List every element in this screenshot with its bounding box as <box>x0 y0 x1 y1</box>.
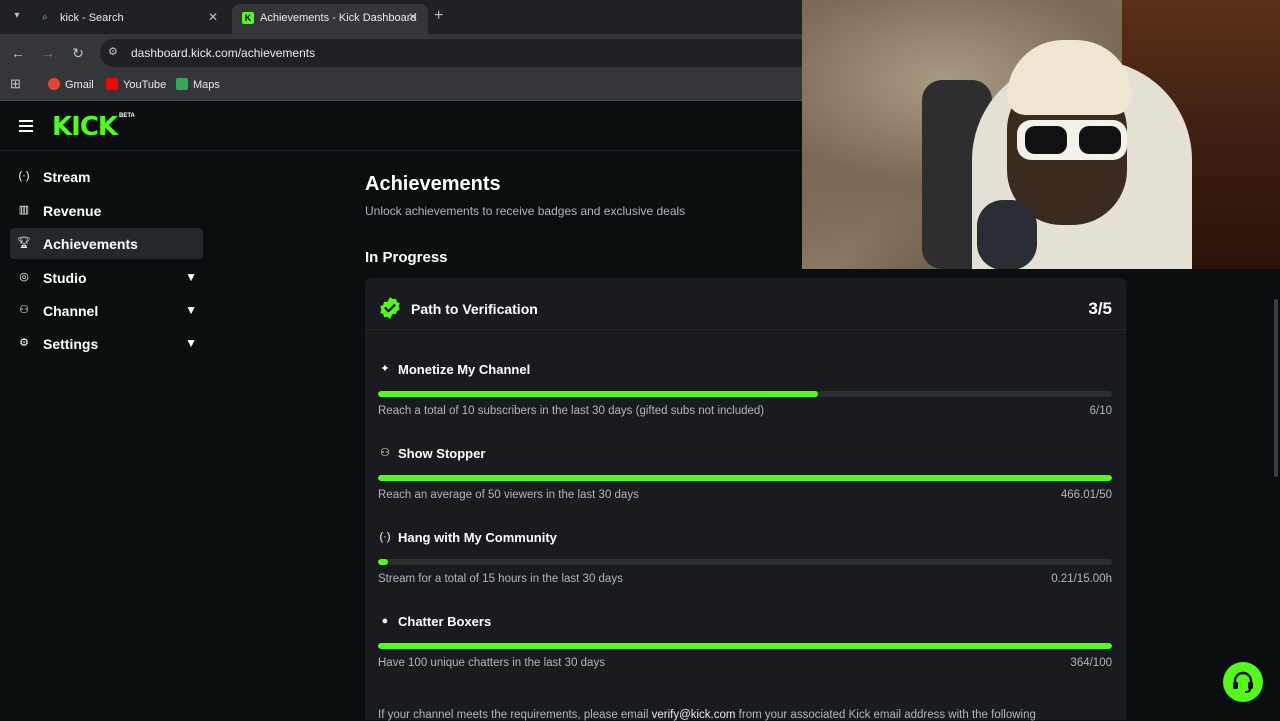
sidebar-item-channel[interactable]: ⚇ Channel ▼ <box>10 295 203 326</box>
achievement-name: Chatter Boxers <box>398 614 492 629</box>
gmail-icon <box>48 78 60 90</box>
tab-search-dropdown-icon[interactable]: ▾ <box>8 7 26 25</box>
achievement-name: Hang with My Community <box>398 530 557 545</box>
browser-tab-search[interactable]: ⌕ kick - Search ✕ <box>32 4 228 34</box>
progress-track <box>378 475 1112 481</box>
site-info-icon[interactable]: ⚙ <box>108 45 118 58</box>
menu-icon[interactable] <box>19 120 33 132</box>
page-scrollbar[interactable] <box>1274 299 1278 477</box>
chevron-down-icon: ▼ <box>185 303 197 317</box>
kick-logo[interactable]: KICK <box>52 112 118 142</box>
chevron-down-icon: ▼ <box>185 270 197 284</box>
youtube-icon <box>106 78 118 90</box>
progress-track <box>378 643 1112 649</box>
progress-count: 3/5 <box>1088 299 1112 318</box>
gear-icon: ⚙ <box>19 337 29 349</box>
achievement-monetize: ✦ Monetize My Channel Reach a total of 1… <box>378 359 1112 429</box>
tab-title: Achievements - Kick Dashboard <box>260 12 417 24</box>
achievement-value: 364/100 <box>1070 657 1112 669</box>
page-subtitle: Unlock achievements to receive badges an… <box>365 204 686 218</box>
sidebar-item-label: Revenue <box>43 203 102 219</box>
channel-icon: ⚇ <box>19 304 29 316</box>
chat-icon: ● <box>381 615 389 627</box>
footnote-text: from your associated Kick email address … <box>735 709 1036 721</box>
tab-title: kick - Search <box>60 12 124 24</box>
bookmark-label: Maps <box>193 79 220 91</box>
sidebar-item-label: Studio <box>43 270 87 286</box>
progress-fill <box>378 643 1112 649</box>
maps-icon <box>176 78 188 90</box>
url-text[interactable]: dashboard.kick.com/achievements <box>131 46 315 60</box>
bookmark-gmail[interactable]: Gmail <box>48 78 94 91</box>
verification-instructions: If your channel meets the requirements, … <box>378 709 1036 721</box>
apps-grid-icon[interactable]: ⊞ <box>10 76 21 92</box>
achievement-name: Monetize My Channel <box>398 362 531 377</box>
beta-badge: BETA <box>119 113 135 119</box>
webcam-lens <box>1025 126 1067 154</box>
verified-badge-icon <box>380 297 400 319</box>
sidebar-item-stream[interactable]: (·) Stream <box>10 161 203 192</box>
trophy-icon: 🏆︎ <box>17 237 31 249</box>
achievement-value: 466.01/50 <box>1060 489 1112 501</box>
progress-track <box>378 559 1112 565</box>
card-header[interactable]: Path to Verification 3/5 <box>365 278 1126 330</box>
sparkle-icon: ✦ <box>380 363 390 375</box>
bookmark-label: Gmail <box>65 79 94 91</box>
bookmark-youtube[interactable]: YouTube <box>106 78 166 91</box>
bookmark-label: YouTube <box>123 79 167 91</box>
achievement-description: Reach an average of 50 viewers in the la… <box>378 489 639 501</box>
achievement-chatter-boxers: ● Chatter Boxers Have 100 unique chatter… <box>378 611 1112 681</box>
progress-fill <box>378 391 819 397</box>
sidebar-item-label: Settings <box>43 336 99 352</box>
achievement-description: Have 100 unique chatters in the last 30 … <box>378 657 605 669</box>
browser-tab-achievements[interactable]: K Achievements - Kick Dashboard ✕ <box>232 4 428 34</box>
section-title: In Progress <box>365 249 448 266</box>
search-icon: ⌕ <box>42 12 48 23</box>
headset-icon <box>1233 671 1253 693</box>
sidebar-item-studio[interactable]: ◎ Studio ▼ <box>10 262 203 293</box>
sidebar-item-revenue[interactable]: ▥ Revenue <box>10 195 203 226</box>
achievement-description: Reach a total of 10 subscribers in the l… <box>378 405 765 417</box>
achievement-value: 0.21/15.00h <box>1051 573 1112 585</box>
support-button[interactable] <box>1223 662 1263 702</box>
webcam-microphone <box>977 200 1037 269</box>
forward-icon[interactable]: → <box>38 43 58 63</box>
webcam-lens <box>1079 126 1121 154</box>
kick-icon: K <box>242 12 254 24</box>
reload-icon[interactable]: ↻ <box>68 43 88 63</box>
back-icon[interactable]: ← <box>8 43 28 63</box>
achievement-show-stopper: ⚇ Show Stopper Reach an average of 50 vi… <box>378 443 1112 513</box>
close-tab-icon[interactable]: ✕ <box>208 10 218 24</box>
sidebar-item-label: Achievements <box>43 236 138 252</box>
new-tab-icon[interactable]: + <box>434 7 443 25</box>
broadcast-icon: (·) <box>379 531 391 543</box>
studio-icon: ◎ <box>19 271 29 283</box>
sidebar-item-achievements[interactable]: 🏆︎ Achievements <box>10 228 203 259</box>
bookmark-maps[interactable]: Maps <box>176 78 220 91</box>
revenue-icon: ▥ <box>18 204 30 216</box>
progress-track <box>378 391 1112 397</box>
footnote-text: If your channel meets the requirements, … <box>378 709 652 721</box>
verification-card: Path to Verification 3/5 ✦ Monetize My C… <box>365 278 1126 721</box>
close-tab-icon[interactable]: ✕ <box>408 10 418 24</box>
achievement-name: Show Stopper <box>398 446 486 461</box>
verify-email-link[interactable]: verify@kick.com <box>652 709 736 721</box>
sidebar-item-label: Stream <box>43 169 91 185</box>
page-title: Achievements <box>365 173 501 195</box>
progress-fill <box>378 475 1112 481</box>
card-title: Path to Verification <box>411 301 538 317</box>
achievement-value: 6/10 <box>1089 405 1112 417</box>
achievement-description: Stream for a total of 15 hours in the la… <box>378 573 623 585</box>
broadcast-icon: (·) <box>18 170 30 182</box>
webcam-overlay <box>802 0 1280 269</box>
users-icon: ⚇ <box>380 447 390 459</box>
sidebar-item-settings[interactable]: ⚙ Settings ▼ <box>10 328 203 359</box>
chevron-down-icon: ▼ <box>185 336 197 350</box>
progress-fill <box>378 559 389 565</box>
sidebar-item-label: Channel <box>43 303 99 319</box>
achievement-hang-with-community: (·) Hang with My Community Stream for a … <box>378 527 1112 597</box>
